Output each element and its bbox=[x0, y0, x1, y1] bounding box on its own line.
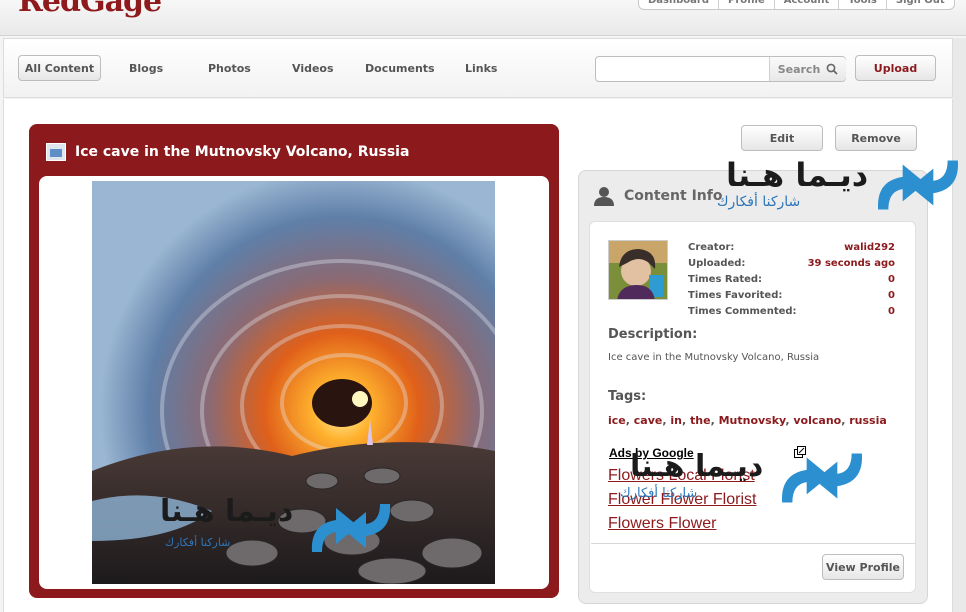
stat-commented-value: 0 bbox=[888, 306, 895, 317]
stat-rated-label: Times Rated: bbox=[688, 274, 763, 285]
content-info-title: Content Info bbox=[624, 188, 723, 204]
all-content-button[interactable]: All Content bbox=[18, 55, 101, 81]
panel-watermark-sub: شاركنا أفكارك bbox=[717, 194, 801, 210]
nav-videos[interactable]: Videos bbox=[292, 62, 334, 75]
search-button-label: Search bbox=[777, 62, 821, 76]
remove-button[interactable]: Remove bbox=[835, 125, 917, 151]
tag-link[interactable]: ice bbox=[608, 414, 626, 427]
ads-watermark-sub: شاركنا أفكارك bbox=[620, 486, 698, 501]
user-icon bbox=[594, 187, 614, 206]
panel-watermark: ديـما هـنا bbox=[726, 156, 869, 194]
stat-creator-value[interactable]: walid292 bbox=[844, 242, 895, 253]
tag-link[interactable]: in bbox=[670, 414, 682, 427]
stat-uploaded-label: Uploaded: bbox=[688, 258, 746, 269]
topnav-tools[interactable]: Tools bbox=[839, 0, 887, 9]
avatar-image bbox=[609, 241, 667, 299]
stat-favorited-label: Times Favorited: bbox=[688, 290, 783, 301]
nav-documents[interactable]: Documents bbox=[365, 62, 435, 75]
photo-title-text: Ice cave in the Mutnovsky Volcano, Russi… bbox=[75, 144, 410, 160]
topnav-profile[interactable]: Profile bbox=[719, 0, 775, 9]
view-profile-button[interactable]: View Profile bbox=[822, 554, 904, 580]
topnav-dashboard[interactable]: Dashboard bbox=[639, 0, 719, 9]
page-scroll-edge bbox=[953, 38, 966, 612]
search-icon bbox=[826, 63, 838, 75]
content-info-heading: Content Info bbox=[593, 186, 722, 206]
ice-cave-image bbox=[92, 181, 495, 584]
tag-link[interactable]: cave bbox=[634, 414, 663, 427]
site-logo[interactable]: RedGage bbox=[18, 0, 162, 19]
description-title: Description: bbox=[608, 327, 698, 342]
edit-button[interactable]: Edit bbox=[741, 125, 823, 151]
search-input[interactable] bbox=[600, 60, 766, 78]
account-nav: Dashboard Profile Account Tools Sign Out bbox=[638, 0, 955, 10]
tags-title: Tags: bbox=[608, 389, 647, 404]
ad-link[interactable]: Flowers Flower bbox=[608, 515, 716, 533]
stat-rated-value: 0 bbox=[888, 274, 895, 285]
photo-title: Ice cave in the Mutnovsky Volcano, Russi… bbox=[46, 143, 409, 161]
ice-cave-photo[interactable] bbox=[92, 181, 495, 584]
divider bbox=[591, 543, 916, 544]
panel-arrow-icon bbox=[877, 160, 959, 210]
top-header: RedGage Dashboard Profile Account Tools … bbox=[0, 0, 966, 36]
photo-type-icon bbox=[46, 143, 66, 161]
nav-blogs[interactable]: Blogs bbox=[129, 62, 163, 75]
stat-uploaded-value: 39 seconds ago bbox=[807, 258, 895, 269]
nav-links[interactable]: Links bbox=[465, 62, 497, 75]
tag-link[interactable]: Mutnovsky bbox=[719, 414, 786, 427]
topnav-account[interactable]: Account bbox=[775, 0, 840, 9]
page: RedGage Dashboard Profile Account Tools … bbox=[0, 0, 966, 612]
main-nav: All Content Blogs Photos Videos Document… bbox=[3, 38, 953, 98]
tag-list: ice, cave, in, the, Mutnovsky, volcano, … bbox=[608, 414, 887, 427]
search-button[interactable]: Search bbox=[769, 57, 846, 81]
creator-avatar[interactable] bbox=[608, 240, 668, 300]
tag-link[interactable]: volcano bbox=[793, 414, 841, 427]
stat-creator-label: Creator: bbox=[688, 242, 735, 253]
ads-arrow-icon bbox=[781, 453, 863, 503]
description-text: Ice cave in the Mutnovsky Volcano, Russi… bbox=[608, 352, 820, 363]
stat-commented-label: Times Commented: bbox=[688, 306, 797, 317]
watermark-arrow-icon bbox=[311, 504, 391, 552]
topnav-sign-out[interactable]: Sign Out bbox=[887, 0, 954, 9]
photo-watermark-sub: شاركنا أفكارك bbox=[165, 536, 231, 549]
tag-link[interactable]: russia bbox=[849, 414, 887, 427]
search-box: Search bbox=[595, 56, 846, 82]
upload-button[interactable]: Upload bbox=[855, 55, 936, 81]
nav-photos[interactable]: Photos bbox=[208, 62, 251, 75]
photo-watermark: ديـما هـنا bbox=[160, 494, 294, 529]
stat-favorited-value: 0 bbox=[888, 290, 895, 301]
tag-link[interactable]: the bbox=[690, 414, 711, 427]
ads-watermark: ديـما هـنا bbox=[630, 449, 764, 484]
